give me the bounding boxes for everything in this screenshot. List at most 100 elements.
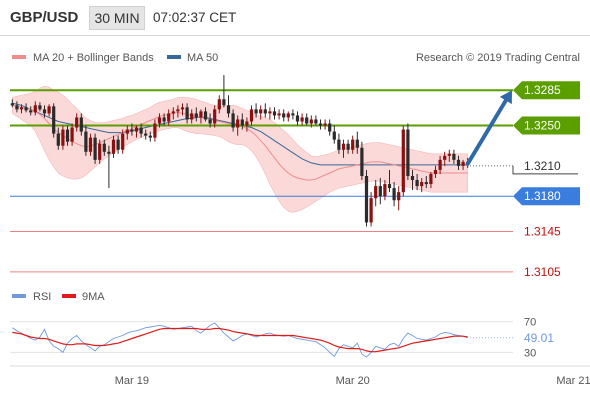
candle-body xyxy=(295,115,300,122)
x-tick-label: Mar 21 xyxy=(556,375,590,387)
candle-body xyxy=(406,129,410,176)
candle-body xyxy=(134,127,139,132)
candle-body xyxy=(38,105,42,110)
ma20-legend-swatch xyxy=(12,55,26,59)
candle-body xyxy=(351,139,355,150)
candle-body xyxy=(56,133,60,146)
candle-body xyxy=(162,117,166,122)
candle-body xyxy=(268,111,272,114)
candle-body xyxy=(397,192,401,201)
candle-body xyxy=(318,123,323,126)
candle-body xyxy=(461,161,465,166)
candle xyxy=(406,123,410,181)
candle-body xyxy=(401,129,405,193)
level-label-1.3250: 1.3250 xyxy=(524,119,561,133)
candle-body xyxy=(130,129,134,132)
candle xyxy=(300,113,304,126)
candle-body xyxy=(291,113,295,116)
candle-body xyxy=(272,111,277,116)
rsi-legend-label: RSI xyxy=(33,291,51,303)
price-chart: MA 20 + Bollinger Bands MA 50 Research ©… xyxy=(10,52,590,387)
candle-body xyxy=(75,117,79,128)
candle-body xyxy=(65,129,70,142)
candle xyxy=(374,180,378,207)
candle-body xyxy=(121,133,125,150)
candle-body xyxy=(447,153,451,156)
candle-body xyxy=(245,121,249,126)
candle-body xyxy=(10,103,14,106)
candle-body xyxy=(171,111,175,114)
candle xyxy=(272,107,277,120)
candle-body xyxy=(456,159,461,166)
candle-body xyxy=(300,117,304,122)
candle-body xyxy=(102,143,106,152)
candle xyxy=(263,103,267,118)
candle-body xyxy=(125,129,129,134)
candle-body xyxy=(355,139,359,148)
candle xyxy=(332,125,336,144)
candle-body xyxy=(98,143,102,160)
candle-body xyxy=(222,99,226,106)
candle-body xyxy=(254,109,258,114)
candle-body xyxy=(360,147,364,176)
candle xyxy=(295,111,300,126)
candle xyxy=(52,103,56,138)
candle xyxy=(397,186,401,211)
rsi-panel: 70 30 49.01 xyxy=(10,317,554,359)
ma9-legend-label: 9MA xyxy=(82,291,105,303)
candle-body xyxy=(24,107,28,111)
candle-body xyxy=(443,155,447,160)
candle-body xyxy=(139,127,143,134)
candle-body xyxy=(208,119,212,124)
candle xyxy=(364,169,369,227)
osc-legend: RSI 9MA xyxy=(12,291,105,303)
ma50-legend-label: MA 50 xyxy=(187,52,218,64)
candle-body xyxy=(52,106,56,134)
level-label-1.3145: 1.3145 xyxy=(524,225,561,239)
candle-body xyxy=(70,127,74,142)
candle xyxy=(392,182,396,207)
candle-body xyxy=(148,135,152,138)
projection xyxy=(465,90,512,166)
candle xyxy=(323,119,327,130)
candle xyxy=(282,109,286,122)
candle xyxy=(318,119,323,130)
candle-body xyxy=(199,111,203,118)
x-tick-label: Mar 20 xyxy=(336,375,370,387)
candle-body xyxy=(203,111,208,120)
candle-body xyxy=(176,109,180,112)
candle-body xyxy=(167,113,171,122)
candle-body xyxy=(93,137,97,160)
candle-body xyxy=(180,107,185,110)
candle-body xyxy=(309,119,313,124)
candle-body xyxy=(374,186,378,199)
level-label-1.3180: 1.3180 xyxy=(524,189,561,203)
candle-body xyxy=(249,109,254,122)
candle-body xyxy=(157,117,162,124)
candle-body xyxy=(387,184,392,189)
candle xyxy=(277,109,281,120)
candle-body xyxy=(15,105,19,110)
candle xyxy=(291,109,295,120)
candle-body xyxy=(213,109,217,124)
candle-body xyxy=(364,176,369,223)
candle-body xyxy=(88,137,93,152)
candle xyxy=(314,115,318,126)
candle-body xyxy=(116,139,120,150)
candle-body xyxy=(452,153,456,160)
candle xyxy=(305,113,309,126)
candle-body xyxy=(144,133,148,136)
ma20-legend-label: MA 20 + Bollinger Bands xyxy=(33,52,154,64)
candle-body xyxy=(410,176,415,181)
candle-body xyxy=(185,107,189,120)
candle-body xyxy=(111,139,116,154)
main-legend: MA 20 + Bollinger Bands MA 50 Research ©… xyxy=(12,52,580,64)
candle-body xyxy=(236,119,240,128)
rsi-legend-swatch xyxy=(12,294,26,298)
candle-body xyxy=(346,143,350,150)
candle xyxy=(286,111,290,122)
time-axis: Mar 19Mar 20Mar 21Mar 29 xyxy=(115,375,590,387)
candle-body xyxy=(153,123,157,138)
rsi-level-label-70: 70 xyxy=(524,317,536,329)
candle-body xyxy=(332,131,336,140)
